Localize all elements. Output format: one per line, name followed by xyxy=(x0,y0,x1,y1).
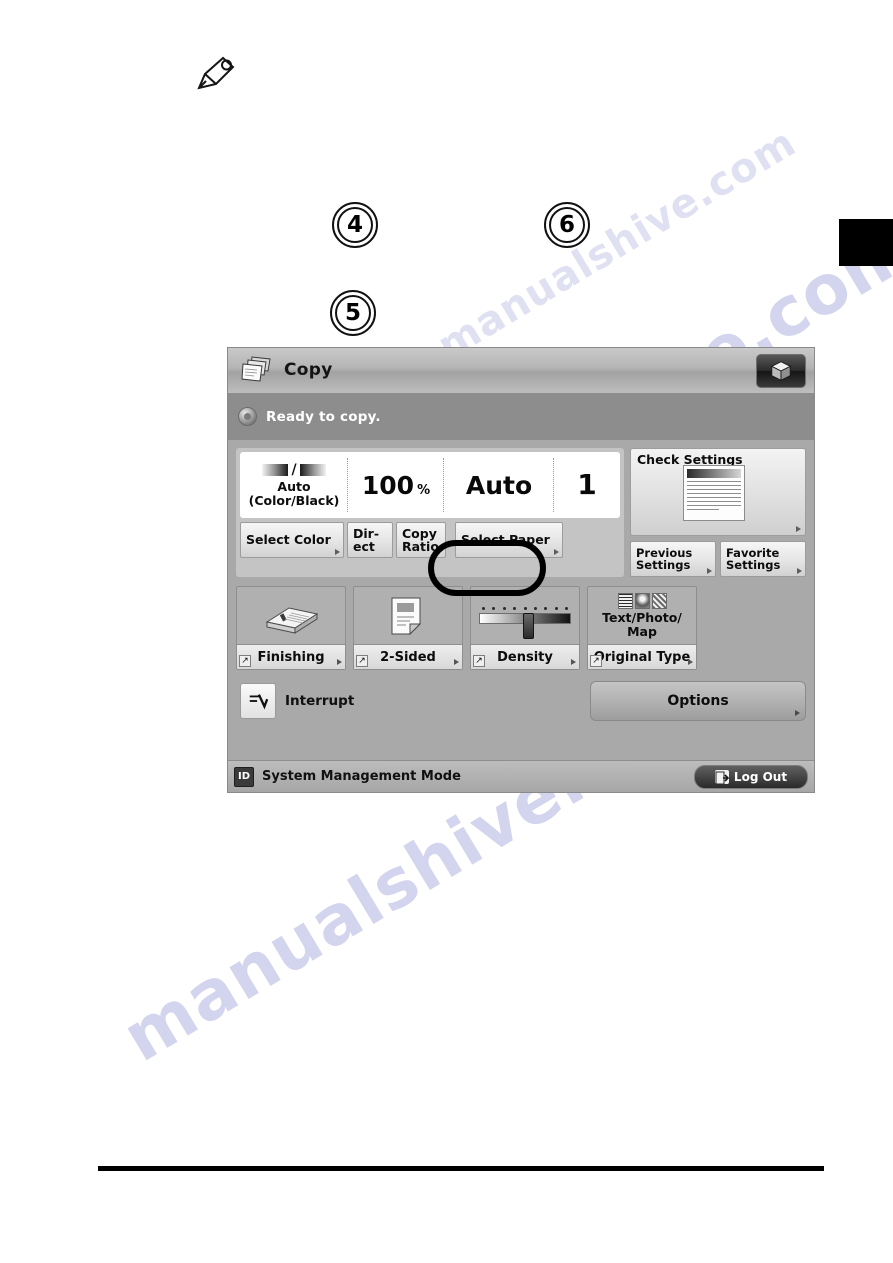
options-button[interactable]: Options xyxy=(590,681,806,721)
primary-settings-group: / Auto (Color/Black) 100 % Auto 1 Select… xyxy=(236,448,624,577)
secondary-settings-group: Check Settings Previous Settings Favorit… xyxy=(630,448,806,577)
page-title: Copy xyxy=(284,360,333,380)
chevron-right-icon xyxy=(796,526,801,532)
copy-count-number: 1 xyxy=(577,468,597,501)
options-label: Options xyxy=(667,693,729,709)
action-row: Interrupt Options xyxy=(236,679,806,723)
copy-ratio-unit: % xyxy=(417,482,431,498)
copy-ratio-number: 100 xyxy=(361,470,415,500)
previous-settings-button[interactable]: Previous Settings xyxy=(630,541,716,577)
two-sided-page-icon xyxy=(354,587,462,644)
log-out-label: Log Out xyxy=(733,769,788,784)
check-settings-button[interactable]: Check Settings xyxy=(630,448,806,536)
settings-sub-row: Previous Settings Favorite Settings xyxy=(630,541,806,577)
cube-icon[interactable] xyxy=(756,354,806,388)
select-paper-button[interactable]: Select Paper xyxy=(455,522,563,558)
copy-documents-icon xyxy=(240,355,274,385)
callout-4: 4 xyxy=(332,202,378,248)
expand-corner-icon: ↗ xyxy=(590,655,602,667)
color-mode-line1: Auto xyxy=(277,479,311,494)
expand-corner-icon: ↗ xyxy=(356,655,368,667)
favorite-settings-button[interactable]: Favorite Settings xyxy=(720,541,806,577)
watermark-text: manualshive.com xyxy=(430,119,804,370)
copy-ratio-label: Copy Ratio xyxy=(402,525,439,554)
two-sided-label: 2-Sided xyxy=(354,644,462,669)
density-label: Density xyxy=(471,644,579,669)
previous-settings-line2: Settings xyxy=(636,558,691,572)
chevron-right-icon xyxy=(707,568,712,574)
paper-size-value: Auto xyxy=(444,452,554,518)
status-message: Ready to copy. xyxy=(266,408,381,425)
text-photo-map-icon xyxy=(617,592,667,609)
paper-size-text: Auto xyxy=(465,470,533,500)
callout-number: 5 xyxy=(335,295,371,331)
finishing-button[interactable]: Finishing ↗ xyxy=(236,586,346,670)
panel-title-bar: Copy xyxy=(228,348,814,392)
stapled-book-icon xyxy=(237,587,345,644)
log-out-button[interactable]: Log Out xyxy=(694,764,808,789)
callout-5: 5 xyxy=(330,290,376,336)
expand-corner-icon: ↗ xyxy=(473,655,485,667)
copy-ratio-value: 100 % xyxy=(348,452,444,518)
chevron-right-icon xyxy=(795,710,800,716)
direct-button[interactable]: Dir- ect xyxy=(347,522,393,558)
select-color-label: Select Color xyxy=(246,532,331,548)
chevron-right-icon xyxy=(571,659,576,665)
finishing-label: Finishing xyxy=(237,644,345,669)
select-paper-label: Select Paper xyxy=(461,532,550,548)
value-strip: / Auto (Color/Black) 100 % Auto 1 xyxy=(240,452,620,518)
density-button[interactable]: Density ↗ xyxy=(470,586,580,670)
document-preview-icon xyxy=(683,465,745,521)
copy-ratio-button[interactable]: Copy Ratio xyxy=(396,522,446,558)
callout-6: 6 xyxy=(544,202,590,248)
original-type-label: Original Type xyxy=(588,644,696,669)
copy-count-value: 1 xyxy=(554,452,620,518)
color-mode-line2: (Color/Black) xyxy=(248,492,340,508)
original-type-button[interactable]: Text/Photo/ Map Original Type ↗ xyxy=(587,586,697,670)
pencil-icon xyxy=(193,52,239,94)
system-mode-label: System Management Mode xyxy=(262,769,461,784)
chevron-right-icon xyxy=(335,549,340,555)
chevron-right-icon xyxy=(554,549,559,555)
status-indicator-icon xyxy=(238,407,257,426)
logout-icon xyxy=(714,769,730,784)
favorite-settings-line2: Settings xyxy=(726,558,781,572)
copier-touch-panel: Copy Ready to copy. / Auto (Color/Black)… xyxy=(228,348,814,792)
color-mode-value: / Auto (Color/Black) xyxy=(240,452,348,518)
original-type-value: Text/Photo/ Map xyxy=(602,609,682,639)
status-bar: Ready to copy. xyxy=(228,392,814,440)
chevron-right-icon xyxy=(337,659,342,665)
chapter-tab xyxy=(839,219,893,266)
chevron-right-icon xyxy=(454,659,459,665)
density-slider-icon xyxy=(471,587,579,644)
two-sided-button[interactable]: 2-Sided ↗ xyxy=(353,586,463,670)
select-color-button[interactable]: Select Color xyxy=(240,522,344,558)
page-rule xyxy=(98,1166,824,1171)
function-button-row: Finishing ↗ 2-Sided ↗ Density ↗ Text/Pho… xyxy=(236,586,806,670)
interrupt-label: Interrupt xyxy=(285,693,355,709)
chevron-right-icon xyxy=(688,659,693,665)
expand-corner-icon: ↗ xyxy=(239,655,251,667)
id-badge: ID xyxy=(234,766,254,787)
panel-footer: ID System Management Mode Log Out xyxy=(228,760,814,792)
chevron-right-icon xyxy=(797,568,802,574)
interrupt-icon[interactable] xyxy=(240,683,276,719)
settings-row: / Auto (Color/Black) 100 % Auto 1 Select… xyxy=(236,448,806,577)
primary-key-row: Select Color Dir- ect Copy Ratio Select … xyxy=(240,522,620,558)
direct-label: Dir- ect xyxy=(353,525,380,554)
callout-number: 4 xyxy=(337,207,373,243)
callout-number: 6 xyxy=(549,207,585,243)
color-black-gradient-icon: / xyxy=(262,463,326,477)
